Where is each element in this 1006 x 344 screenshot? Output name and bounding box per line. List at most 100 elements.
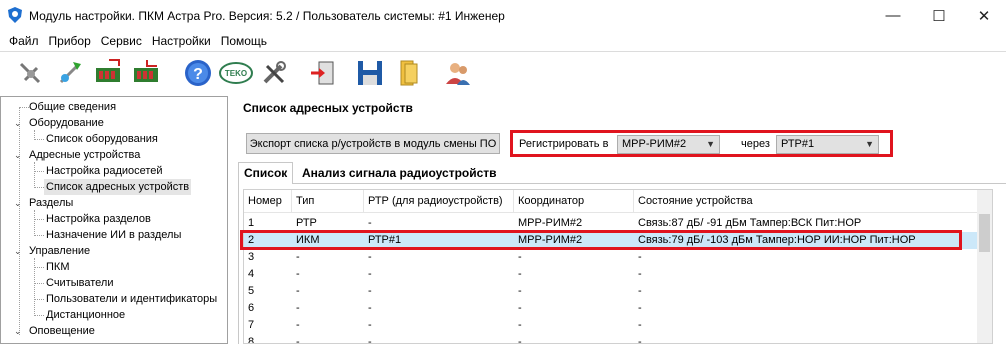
cell-state: -: [638, 251, 642, 263]
cell-coordinator: -: [518, 319, 522, 331]
menu-bar: Файл Прибор Сервис Настройки Помощь: [0, 31, 1006, 51]
register-label: Регистрировать в: [519, 138, 609, 150]
tree-item-pkm[interactable]: ПКМ: [46, 259, 69, 275]
table-row[interactable]: 7 - - - -: [244, 317, 979, 334]
device-table: Номер Тип РТР (для радиоустройств) Коорд…: [243, 189, 993, 344]
table-scrollbar[interactable]: [977, 190, 992, 343]
cell-state: -: [638, 302, 642, 314]
cell-coordinator: МРР-РИМ#2: [518, 234, 583, 246]
table-row-selected[interactable]: 2 ИКМ РТР#1 МРР-РИМ#2 Связь:79 дБ/ -103 …: [244, 232, 979, 249]
tree-item-address-device-list[interactable]: Список адресных устройств: [44, 179, 192, 195]
svg-text:?: ?: [193, 66, 203, 83]
tree-item-control[interactable]: Управление: [29, 243, 90, 259]
tree-item-users-identifiers[interactable]: Пользователи и идентификаторы: [46, 291, 217, 307]
tree-item-readers[interactable]: Считыватели: [46, 275, 113, 291]
cell-rtr: -: [368, 336, 372, 344]
open-icon[interactable]: [390, 55, 426, 91]
column-header-number[interactable]: Номер: [244, 190, 292, 213]
tree-item-partition-settings[interactable]: Настройка разделов: [46, 211, 151, 227]
cell-state: Связь:79 дБ/ -103 дБм Тампер:НОР ИИ:НОР …: [638, 234, 916, 246]
register-coordinator-value: МРР-РИМ#2: [622, 138, 687, 150]
help-icon[interactable]: ?: [180, 55, 216, 91]
column-header-coordinator[interactable]: Координатор: [514, 190, 634, 213]
read-device-icon[interactable]: [90, 55, 126, 91]
teko-icon[interactable]: TEKO: [218, 55, 254, 91]
tree-item-general-info[interactable]: Общие сведения: [29, 99, 116, 115]
exit-icon[interactable]: [304, 55, 340, 91]
tree-item-remote[interactable]: Дистанционное: [46, 307, 125, 323]
expand-toggle-equipment[interactable]: ⌄: [14, 115, 24, 131]
cell-number: 4: [248, 268, 255, 280]
cell-type: -: [296, 319, 300, 331]
tab-signal-analysis[interactable]: Анализ сигнала радиоустройств: [297, 165, 502, 184]
menu-settings[interactable]: Настройки: [147, 34, 216, 48]
table-row[interactable]: 6 - - - -: [244, 300, 979, 317]
toolbar: ? TEKO: [0, 51, 1006, 93]
window-title: Модуль настройки. ПКМ Астра Pro. Версия:…: [29, 9, 505, 23]
tree-item-assign-ii-partitions[interactable]: Назначение ИИ в разделы: [46, 227, 181, 243]
connect-icon[interactable]: [52, 55, 88, 91]
chevron-down-icon: ▼: [865, 139, 874, 149]
expand-toggle-address-devices[interactable]: ⌄: [14, 147, 24, 163]
users-icon[interactable]: [440, 55, 476, 91]
menu-service[interactable]: Сервис: [96, 34, 147, 48]
cell-rtr: -: [368, 302, 372, 314]
cell-rtr: -: [368, 319, 372, 331]
cell-coordinator: -: [518, 336, 522, 344]
tree-item-address-devices[interactable]: Адресные устройства: [29, 147, 140, 163]
table-row[interactable]: 1 РТР - МРР-РИМ#2 Связь:87 дБ/ -91 дБм Т…: [244, 215, 979, 232]
tools-icon[interactable]: [256, 55, 292, 91]
table-row[interactable]: 4 - - - -: [244, 266, 979, 283]
via-rtr-select[interactable]: РТР#1 ▼: [776, 135, 879, 154]
table-row[interactable]: 8 - - - -: [244, 334, 979, 344]
save-icon[interactable]: [352, 55, 388, 91]
table-row[interactable]: 3 - - - -: [244, 249, 979, 266]
cell-coordinator: МРР-РИМ#2: [518, 217, 583, 229]
register-coordinator-select[interactable]: МРР-РИМ#2 ▼: [617, 135, 720, 154]
column-header-type[interactable]: Тип: [292, 190, 364, 213]
column-header-state[interactable]: Состояние устройства: [634, 190, 979, 213]
cell-type: -: [296, 336, 300, 344]
cell-coordinator: -: [518, 268, 522, 280]
expand-toggle-notification[interactable]: ⌄: [14, 323, 24, 339]
close-button[interactable]: ✕: [961, 0, 1006, 31]
column-header-rtr[interactable]: РТР (для радиоустройств): [364, 190, 514, 213]
teko-label: TEKO: [225, 69, 247, 78]
menu-help[interactable]: Помощь: [216, 34, 272, 48]
tree-item-equipment-list[interactable]: Список оборудования: [46, 131, 158, 147]
tree-item-notification[interactable]: Оповещение: [29, 323, 95, 339]
minimize-button[interactable]: —: [870, 0, 916, 31]
scrollbar-thumb[interactable]: [979, 214, 990, 252]
cell-state: Связь:87 дБ/ -91 дБм Тампер:ВСК Пит:НОР: [638, 217, 862, 229]
cell-coordinator: -: [518, 285, 522, 297]
app-shield-icon: [8, 7, 22, 23]
table-row[interactable]: 5 - - - -: [244, 283, 979, 300]
cell-number: 6: [248, 302, 255, 314]
cell-number: 1: [248, 217, 255, 229]
export-list-button[interactable]: Экспорт списка р/устройств в модуль смен…: [246, 133, 500, 154]
cell-number: 2: [248, 234, 255, 246]
tree-item-radio-networks[interactable]: Настройка радиосетей: [46, 163, 163, 179]
via-label: через: [741, 138, 770, 150]
expand-toggle-control[interactable]: ⌄: [14, 243, 24, 259]
cell-type: -: [296, 251, 300, 263]
tree-item-partitions[interactable]: Разделы: [29, 195, 73, 211]
via-rtr-value: РТР#1: [781, 138, 815, 150]
cell-state: -: [638, 336, 642, 344]
tab-list[interactable]: Список: [238, 162, 294, 184]
menu-device[interactable]: Прибор: [44, 34, 96, 48]
cell-number: 8: [248, 336, 255, 344]
disconnect-icon[interactable]: [12, 55, 48, 91]
chevron-down-icon: ▼: [706, 139, 715, 149]
cell-type: ИКМ: [296, 234, 320, 246]
tree-item-equipment[interactable]: Оборудование: [29, 115, 104, 131]
expand-toggle-partitions[interactable]: ⌄: [14, 195, 24, 211]
cell-coordinator: -: [518, 302, 522, 314]
table-header: Номер Тип РТР (для радиоустройств) Коорд…: [244, 190, 979, 213]
maximize-button[interactable]: ☐: [916, 0, 962, 31]
navigation-tree: ⌄ ⌄ ⌄ ⌄ ⌄ Общие сведения Оборудование Сп…: [0, 96, 228, 344]
menu-file[interactable]: Файл: [4, 34, 44, 48]
title-bar: Модуль настройки. ПКМ Астра Pro. Версия:…: [0, 0, 1006, 31]
cell-rtr: -: [368, 285, 372, 297]
write-device-icon[interactable]: [128, 55, 164, 91]
